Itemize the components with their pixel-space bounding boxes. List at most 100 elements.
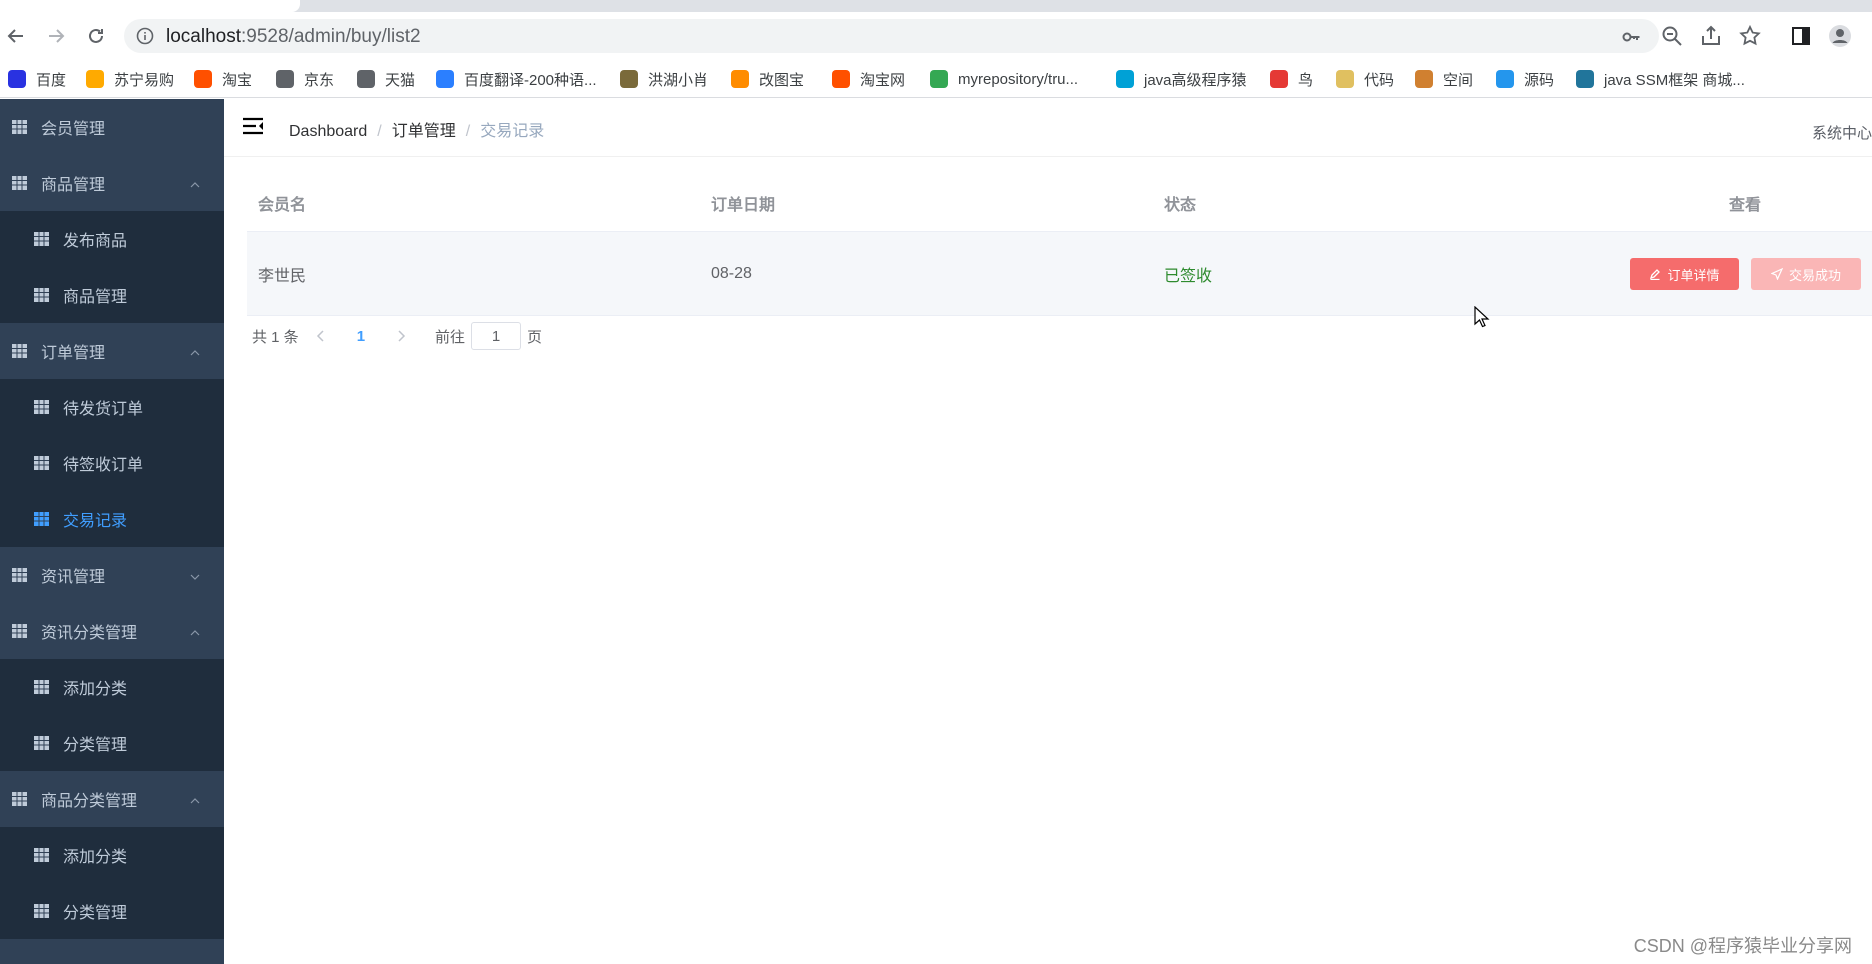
column-header-status: 状态 [1164,196,1197,214]
sidebar-item[interactable]: 订单管理 [0,323,224,379]
sidebar-item[interactable]: 商品管理 [0,267,224,323]
table-icon [34,232,49,246]
url-text[interactable]: localhost:9528/admin/buy/list2 [166,26,421,48]
bookmark-item[interactable]: java SSM框架 商城... [1576,67,1745,91]
baidu-icon [8,70,26,88]
bookmark-item[interactable]: 洪湖小肖 [620,67,708,91]
bookmark-item[interactable]: 京东 [276,67,334,91]
suning-icon [86,70,104,88]
bookmark-item[interactable]: myrepository/tru... [930,67,1078,91]
sidebar-item[interactable]: 分类管理 [0,883,224,939]
gaitubao-icon [731,70,749,88]
order-detail-button[interactable]: 订单详情 [1630,258,1739,290]
sidebar-item-label: 待签收订单 [63,457,144,474]
sidebar-menu: 会员管理 商品管理 发布商品 商品管理 订单管理 待发货订单 待签收订单 交易记录 资讯管理 资讯… [0,99,224,964]
goto-page-input[interactable]: 1 [471,322,522,350]
cell-date: 08-28 [711,264,752,282]
bookmark-label: 淘宝 [222,71,253,89]
pagination-total: 共 1 条 [252,328,299,346]
forward-button[interactable] [42,22,70,50]
sidebar-item[interactable]: 添加分类 [0,659,224,715]
bookmarks-bar: 百度 苏宁易购 淘宝 京东 天猫 百度翻译-200种语... 洪湖小肖 改图宝 淘宝网 myrep… [0,60,1872,98]
sidebar-item[interactable]: 交易记录 [0,491,224,547]
breadcrumb-orders[interactable]: 订单管理 [392,123,456,140]
sidebar-item-label: 分类管理 [63,737,128,754]
bookmark-item[interactable]: 鸟 [1270,67,1313,91]
bookmark-item[interactable]: 改图宝 [731,67,804,91]
table-icon [12,792,27,806]
table-icon [34,456,49,470]
bookmark-label: 天猫 [385,71,416,89]
bookmark-item[interactable]: 淘宝 [194,67,252,91]
page-suffix-label: 页 [527,328,543,346]
bookmark-label: 鸟 [1298,71,1314,89]
prev-page-button[interactable] [311,326,331,346]
sidebar-item[interactable]: 资讯管理 [0,547,224,603]
sidebar-item[interactable]: 资讯分类管理 [0,603,224,659]
bookmark-item[interactable]: 天猫 [357,67,415,91]
table-icon [34,848,49,862]
bookmark-item[interactable]: java高级程序猿 [1116,67,1247,91]
table-icon [34,512,49,526]
dashboard-icon [12,120,27,134]
sidebar-item-label: 订单管理 [41,345,106,362]
star-icon[interactable] [1738,24,1762,48]
url-host: localhost [166,26,241,47]
sidebar-item-label: 资讯管理 [41,569,106,586]
share-icon[interactable] [1699,24,1723,48]
browser-tab-strip [0,0,1872,12]
chevron-up-icon [190,345,200,356]
sidebar-item[interactable]: 待签收订单 [0,435,224,491]
breadcrumb-separator: / [377,123,382,140]
sidebar-item[interactable]: 会员管理 [0,99,224,155]
sidebar-item-label: 添加分类 [63,849,128,866]
back-button[interactable] [2,22,30,50]
bookmark-item[interactable]: 淘宝网 [832,67,905,91]
sidebar-item[interactable]: 商品管理 [0,155,224,211]
sidebar-item[interactable]: 发布商品 [0,211,224,267]
side-panel-icon[interactable] [1789,24,1813,48]
sidebar-item[interactable]: 添加分类 [0,827,224,883]
sidebar-item[interactable]: 商品分类管理 [0,771,224,827]
bilibili-icon [1116,70,1134,88]
next-page-button[interactable] [391,326,411,346]
url-path: :9528/admin/buy/list2 [241,26,421,47]
bookmark-item[interactable]: 苏宁易购 [86,67,174,91]
table-icon [12,568,27,582]
sidebar-item-label: 分类管理 [63,905,128,922]
chevron-up-icon [190,625,200,636]
bookmark-item[interactable]: 百度翻译-200种语... [436,67,597,91]
bookmark-item[interactable]: 代码 [1336,67,1394,91]
bookmark-item[interactable]: 空间 [1415,67,1473,91]
bookmark-label: 京东 [304,71,335,89]
chevron-up-icon [190,177,200,188]
top-navbar: Dashboard / 订单管理 / 交易记录 系统中心 [224,99,1872,157]
system-center-menu[interactable]: 系统中心 [1812,122,1872,143]
bookmark-label: java SSM框架 商城... [1604,71,1745,89]
globe-icon [357,70,375,88]
hamburger-menu-icon[interactable] [242,116,264,136]
chevron-up-icon [190,793,200,804]
sidebar-item[interactable]: 分类管理 [0,715,224,771]
chevron-right-icon [398,330,406,342]
arrow-right-icon [49,29,65,43]
page-number-current[interactable]: 1 [357,328,365,345]
zoom-icon[interactable] [1660,24,1684,48]
profile-avatar-icon[interactable] [1828,24,1852,48]
globe-icon [276,70,294,88]
sidebar-item[interactable]: 待发货订单 [0,379,224,435]
translate-icon [436,70,454,88]
address-bar[interactable]: localhost:9528/admin/buy/list2 [124,19,1659,53]
transaction-success-button[interactable]: 交易成功 [1751,258,1861,290]
reload-button[interactable] [82,22,110,50]
bookmark-item[interactable]: 源码 [1496,67,1554,91]
sidebar-item-label: 交易记录 [63,513,128,530]
send-icon [1770,268,1783,280]
key-icon[interactable] [1621,27,1641,47]
bookmark-item[interactable]: 百度 [8,67,66,91]
browser-active-tab[interactable] [0,0,300,12]
info-icon[interactable] [136,27,154,45]
breadcrumb-dashboard[interactable]: Dashboard [289,123,367,140]
bookmark-label: 空间 [1443,71,1474,89]
transaction-success-label: 交易成功 [1788,267,1841,283]
